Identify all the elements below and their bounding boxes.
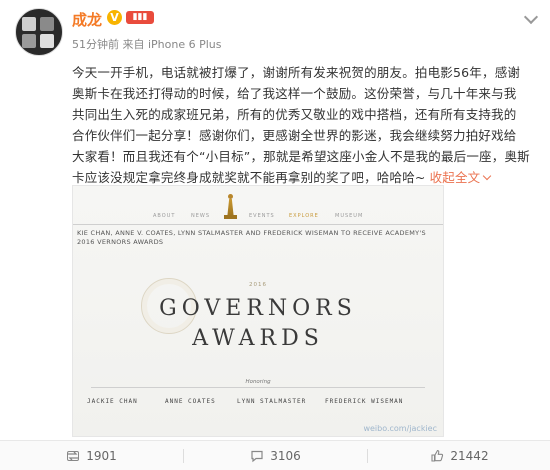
post-line-text: 卡应该没规定拿完终身成就奖就不能再拿别的奖了吧，哈哈哈~ — [72, 170, 426, 185]
post-meta: 51分钟前 来自 iPhone 6 Plus — [72, 38, 222, 51]
image-nav-item: MUSEUM — [335, 213, 364, 219]
honoree-name: FREDERICK WISEMAN — [325, 398, 404, 405]
honoree-name: JACKIE CHAN — [87, 398, 138, 405]
image-nav-divider — [73, 224, 443, 225]
image-nav-item: ABOUT — [153, 213, 176, 219]
chevron-up-icon — [483, 171, 492, 181]
image-headline: KIE CHAN, ANNE V. COATES, LYNN STALMASTE… — [77, 229, 426, 246]
weibo-post-card: 成龙 V ▮▮▮ 51分钟前 来自 iPhone 6 Plus 今天一开手机，电… — [0, 0, 550, 470]
comment-icon — [251, 450, 263, 462]
image-nav-item: NEWS — [191, 213, 211, 219]
collapse-text-link[interactable]: 收起全文 — [430, 170, 492, 185]
avatar[interactable] — [15, 8, 63, 56]
image-nav-item: EXPLORE — [289, 213, 319, 219]
repost-count: 1901 — [86, 448, 117, 463]
action-bar: 1901 3106 21442 — [0, 440, 550, 470]
image-honoring: Honoring — [245, 379, 271, 385]
post-line: 共同出生入死的成家班兄弟，所有的优秀又敬业的戏中搭档，还有所有支持我的 — [72, 107, 517, 122]
username[interactable]: 成龙 — [72, 9, 102, 30]
verified-badge-icon: V — [107, 10, 122, 25]
image-year: 2016 — [249, 282, 267, 288]
thumbs-up-icon — [431, 449, 444, 462]
image-title-line1: GOVERNORS — [159, 296, 357, 321]
honoree-name: ANNE COATES — [165, 398, 216, 405]
repost-button[interactable]: 1901 — [0, 441, 183, 470]
post-line: 奥斯卡在我还打得动的时候，给了我这样一个鼓励。这份荣誉，与几十年来与我 — [72, 86, 517, 101]
image-watermark: weibo.com/jackiec — [363, 424, 437, 433]
post-text: 今天一开手机，电话就被打爆了，谢谢所有发来祝贺的朋友。拍电影56年，感谢 奥斯卡… — [72, 62, 542, 188]
repost-icon — [67, 450, 80, 461]
honoree-name: LYNN STALMASTER — [237, 398, 307, 405]
oscar-statuette-icon — [223, 194, 237, 220]
like-count: 21442 — [450, 448, 489, 463]
image-nav-item: EVENTS — [249, 213, 275, 219]
comment-button[interactable]: 3106 — [184, 441, 367, 470]
post-image[interactable]: ABOUT NEWS EVENTS EXPLORE MUSEUM KIE CHA… — [72, 185, 444, 437]
like-button[interactable]: 21442 — [368, 441, 550, 470]
image-title-line2: AWARDS — [192, 326, 324, 351]
post-line: 大家看！而且我还有个“小目标”，那就是希望这座小金人不是我的最后一座，奥斯 — [72, 149, 530, 164]
chevron-down-icon[interactable] — [523, 9, 539, 25]
member-level-icon: ▮▮▮ — [126, 11, 154, 24]
comment-count: 3106 — [270, 448, 301, 463]
image-divider — [91, 387, 425, 388]
post-line: 今天一开手机，电话就被打爆了，谢谢所有发来祝贺的朋友。拍电影56年，感谢 — [72, 65, 521, 80]
post-line: 合作伙伴们一起分享！感谢你们，更感谢全世界的影迷，我会继续努力拍好戏给 — [72, 128, 517, 143]
